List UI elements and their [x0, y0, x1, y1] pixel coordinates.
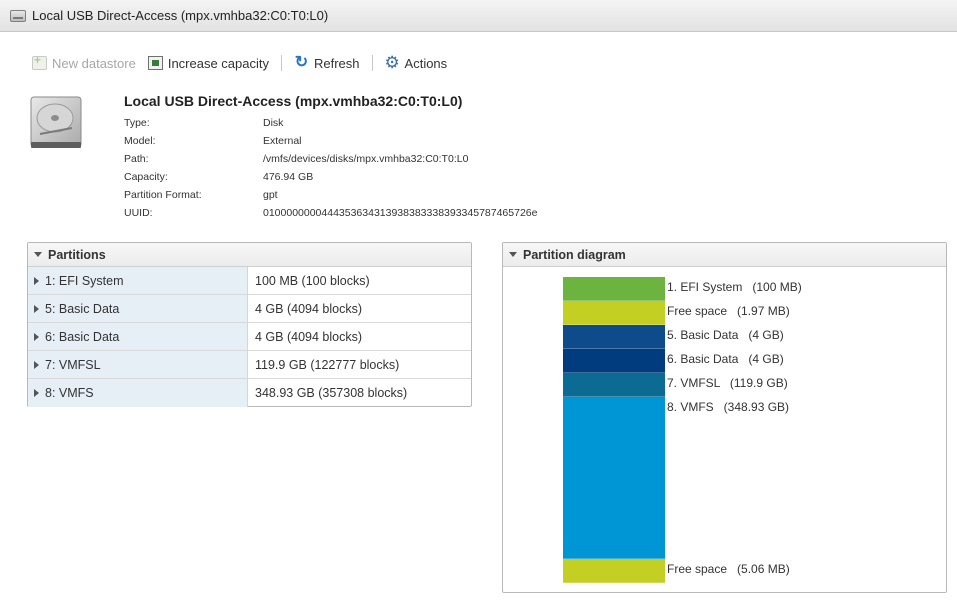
partition-name-cell: 1: EFI System: [28, 267, 248, 294]
increase-capacity-label: Increase capacity: [167, 55, 269, 71]
partition-size: 4 GB (4094 blocks): [255, 329, 362, 344]
property-value: External: [263, 135, 302, 147]
diagram-segment-efi: [563, 277, 665, 301]
increase-capacity-icon: [147, 56, 163, 70]
partition-name: 7: VMFSL: [45, 357, 101, 372]
hard-disk-icon: [30, 96, 82, 148]
expand-caret-icon[interactable]: [34, 360, 39, 369]
property-row-partition-format: Partition Format: gpt: [124, 186, 537, 204]
refresh-button[interactable]: ↻ Refresh: [294, 54, 360, 71]
property-row-model: Model: External: [124, 132, 537, 150]
diagram-label: 1. EFI System (100 MB): [667, 280, 802, 294]
window-titlebar: Local USB Direct-Access (mpx.vmhba32:C0:…: [0, 0, 957, 32]
diagram-segment-free-space-end: [563, 559, 665, 583]
partition-size: 4 GB (4094 blocks): [255, 301, 362, 316]
partition-name-cell: 8: VMFS: [28, 379, 248, 407]
partition-row[interactable]: 5: Basic Data 4 GB (4094 blocks): [28, 295, 471, 323]
partition-size: 348.93 GB (357308 blocks): [255, 386, 408, 400]
property-value: 476.94 GB: [263, 171, 314, 183]
device-properties: Type: Disk Model: External Path: /vmfs/d…: [124, 114, 537, 222]
property-value: 0100000000444353634313938383338393345787…: [263, 207, 538, 219]
new-datastore-label: New datastore: [52, 55, 136, 71]
partition-name: 8: VMFS: [45, 386, 94, 400]
refresh-icon: ↻: [294, 54, 309, 71]
actions-button[interactable]: ⚙ Actions: [384, 53, 448, 72]
refresh-label: Refresh: [314, 55, 360, 71]
disk-title-icon: [10, 9, 26, 22]
partition-row[interactable]: 1: EFI System 100 MB (100 blocks): [28, 267, 471, 295]
partition-size: 119.9 GB (122777 blocks): [255, 357, 400, 372]
diagram-label: 7. VMFSL (119.9 GB): [667, 376, 788, 390]
property-label: UUID:: [124, 207, 153, 219]
diagram-segment-vmfs: [563, 397, 665, 559]
diagram-segment-vmfsl: [563, 373, 665, 397]
property-label: Type:: [124, 117, 150, 129]
partition-name-cell: 5: Basic Data: [28, 295, 248, 322]
property-row-type: Type: Disk: [124, 114, 537, 132]
partition-size: 100 MB (100 blocks): [255, 273, 370, 288]
partition-diagram-title: Partition diagram: [523, 247, 626, 262]
diagram-label: 6. Basic Data (4 GB): [667, 352, 784, 366]
partition-diagram-panel: Partition diagram 1. EFI System (100 MB)…: [502, 242, 947, 593]
partition-row[interactable]: 6: Basic Data 4 GB (4094 blocks): [28, 323, 471, 351]
gear-icon: ⚙: [384, 53, 400, 72]
property-label: Capacity:: [124, 171, 168, 183]
toolbar-separator: [371, 55, 373, 71]
partition-row[interactable]: 8: VMFS 348.93 GB (357308 blocks): [28, 379, 471, 407]
diagram-label: 8. VMFS (348.93 GB): [667, 400, 790, 414]
expand-caret-icon[interactable]: [34, 389, 39, 397]
partition-diagram-body: 1. EFI System (100 MB) Free space (1.97 …: [503, 267, 946, 592]
diagram-label: Free space (5.06 MB): [667, 562, 790, 576]
increase-capacity-button[interactable]: Increase capacity: [147, 55, 269, 71]
property-row-capacity: Capacity: 476.94 GB: [124, 168, 537, 186]
device-title: Local USB Direct-Access (mpx.vmhba32:C0:…: [124, 93, 463, 109]
diagram-label: Free space (1.97 MB): [667, 304, 790, 318]
property-value: /vmfs/devices/disks/mpx.vmhba32:C0:T0:L0: [263, 153, 469, 165]
collapse-caret-icon: [509, 252, 517, 257]
partition-name: 5: Basic Data: [45, 301, 120, 316]
diagram-segment-free-space: [563, 301, 665, 325]
actions-label: Actions: [404, 55, 448, 71]
window-title: Local USB Direct-Access (mpx.vmhba32:C0:…: [32, 8, 329, 23]
property-label: Path:: [124, 153, 149, 165]
partition-diagram-header[interactable]: Partition diagram: [503, 243, 946, 267]
expand-caret-icon[interactable]: [34, 304, 39, 313]
property-value: Disk: [263, 117, 284, 129]
diagram-segment-basic-data-5: [563, 325, 665, 349]
diagram-segment-basic-data-6: [563, 349, 665, 373]
expand-caret-icon[interactable]: [34, 276, 39, 285]
property-row-path: Path: /vmfs/devices/disks/mpx.vmhba32:C0…: [124, 150, 537, 168]
collapse-caret-icon: [34, 252, 42, 257]
partition-name-cell: 6: Basic Data: [28, 323, 248, 350]
expand-caret-icon[interactable]: [34, 332, 39, 341]
property-label: Partition Format:: [124, 189, 202, 201]
property-label: Model:: [124, 135, 156, 147]
partitions-panel-header[interactable]: Partitions: [28, 243, 471, 267]
toolbar: New datastore Increase capacity ↻ Refres…: [32, 52, 459, 74]
new-datastore-icon: [32, 53, 47, 70]
new-datastore-button[interactable]: New datastore: [32, 53, 136, 71]
diagram-label: 5. Basic Data (4 GB): [667, 328, 784, 342]
partition-name-cell: 7: VMFSL: [28, 351, 248, 378]
partition-name: 1: EFI System: [45, 273, 124, 288]
partitions-panel: Partitions 1: EFI System 100 MB (100 blo…: [27, 242, 472, 407]
partition-row[interactable]: 7: VMFSL 119.9 GB (122777 blocks): [28, 351, 471, 379]
toolbar-separator: [281, 55, 282, 71]
property-value: gpt: [263, 189, 278, 201]
partition-name: 6: Basic Data: [45, 329, 120, 344]
property-row-uuid: UUID: 0100000000444353634313938383338393…: [124, 204, 537, 222]
partitions-panel-title: Partitions: [48, 247, 106, 262]
